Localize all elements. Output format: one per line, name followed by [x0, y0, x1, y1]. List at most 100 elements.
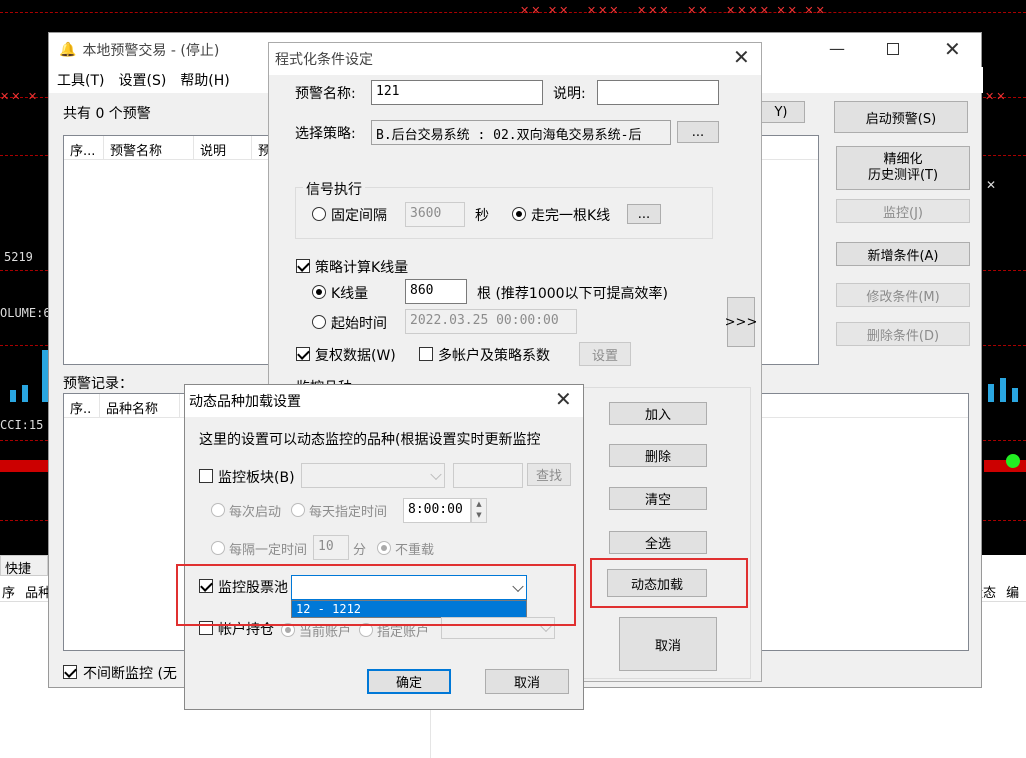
every-interval-radio[interactable] — [211, 541, 225, 555]
menu-help[interactable]: 帮助(H) — [180, 70, 229, 90]
maximize-icon[interactable] — [887, 43, 899, 55]
monitor-block-label: 监控板块(B) — [218, 470, 295, 486]
name-input[interactable]: 121 — [371, 80, 543, 105]
after-kline-radio[interactable] — [512, 207, 526, 221]
volume-bar — [22, 385, 28, 402]
menu-settings[interactable]: 设置(S) — [118, 70, 166, 90]
min-unit-label: 分 — [353, 543, 367, 558]
kline-count-radio[interactable] — [312, 285, 326, 299]
continuous-label: 不间断监控 (无 — [83, 666, 177, 682]
dynamic-cancel-button[interactable]: 取消 — [485, 669, 569, 694]
cancel-button[interactable]: 取消 — [619, 617, 717, 671]
quick-trade-tab[interactable]: 快捷平 — [0, 555, 48, 596]
grid-line — [0, 12, 1026, 13]
time-spinner[interactable]: ▲ ▼ — [471, 498, 487, 523]
calc-kline-label: 策略计算K线量 — [315, 260, 409, 276]
daily-time-radio[interactable] — [291, 503, 305, 517]
volume-bar — [1012, 388, 1018, 402]
signal-band — [0, 460, 48, 472]
main-title: 本地预警交易 - (停止) — [82, 43, 220, 59]
expand-button[interactable]: >>> — [725, 297, 757, 347]
col-xu: 序 — [2, 586, 16, 601]
records-label: 预警记录： — [63, 376, 133, 392]
alert-count: 共有 0 个预警 — [63, 106, 151, 122]
strategy-label: 选择策略: — [295, 126, 356, 142]
fixed-interval-radio[interactable] — [312, 207, 326, 221]
daily-time-label: 每天指定时间 — [309, 505, 388, 520]
clear-var-button[interactable]: 清空 — [609, 487, 707, 510]
menu-tools[interactable]: 工具(T) — [57, 70, 104, 90]
start-time-input[interactable]: 2022.03.25 00:00:00 — [405, 309, 577, 334]
col-name[interactable]: 预警名称 — [104, 136, 194, 160]
kline-count-input[interactable]: 860 — [405, 279, 467, 304]
add-condition-button[interactable]: 新增条件(A) — [836, 242, 970, 266]
block-select[interactable] — [301, 463, 445, 488]
close-icon[interactable]: ✕ — [944, 37, 961, 61]
each-start-label: 每次启动 — [229, 505, 282, 520]
block-search-input[interactable] — [453, 463, 523, 488]
start-alert-button[interactable]: 启动预警(S) — [834, 101, 968, 133]
desc-input[interactable] — [597, 80, 719, 105]
signal-mark: ✕✕ ✕ — [0, 90, 40, 103]
price-label: 5219 — [4, 250, 33, 264]
time-input[interactable]: 8:00:00 — [403, 498, 471, 523]
select-all-button[interactable]: 全选 — [609, 531, 707, 554]
interval-input[interactable]: 3600 — [405, 202, 465, 227]
desc-label: 说明: — [553, 86, 586, 102]
col-desc[interactable]: 说明 — [194, 136, 252, 160]
fixed-interval-label: 固定间隔 — [331, 208, 387, 224]
calc-kline-checkbox[interactable] — [296, 259, 310, 273]
signal-dot — [1006, 454, 1020, 468]
multi-account-label: 多帐户及策略系数 — [438, 348, 550, 364]
col-rec-seq[interactable]: 序.. — [64, 394, 100, 418]
col-seq[interactable]: 序... — [64, 136, 104, 160]
interval-min-input[interactable]: 10 — [313, 535, 349, 560]
signal-group-title: 信号执行 — [303, 179, 365, 199]
no-reload-label: 不重载 — [395, 543, 435, 558]
bg-column-header: 序 品种 — [0, 578, 48, 602]
sec-label: 秒 — [475, 208, 489, 224]
monitor-block-checkbox[interactable] — [199, 469, 213, 483]
hidden-button[interactable]: Y) — [757, 101, 805, 123]
delete-condition-button[interactable]: 删除条件(D) — [836, 322, 970, 346]
kline-more-button[interactable]: ... — [627, 204, 661, 224]
volume-bar — [10, 390, 16, 402]
modify-condition-button[interactable]: 修改条件(M) — [836, 283, 970, 307]
monitor-button[interactable]: 监控(J) — [836, 199, 970, 223]
setting-button[interactable]: 设置 — [579, 342, 631, 366]
strategy-input[interactable]: B.后台交易系统 : 02.双向海龟交易系统-后 — [371, 120, 671, 145]
find-button[interactable]: 查找 — [527, 463, 571, 486]
condition-title: 程式化条件设定 — [275, 52, 373, 68]
delete-var-button[interactable]: 删除 — [609, 444, 707, 467]
ok-button[interactable]: 确定 — [367, 669, 451, 694]
dynamic-titlebar: 动态品种加载设置 — [185, 385, 583, 417]
refine-backtest-button[interactable]: 精细化 历史测评(T) — [836, 146, 970, 190]
volume-bar — [1000, 378, 1006, 402]
col-rec-name[interactable]: 品种名称 — [100, 394, 180, 418]
start-time-label: 起始时间 — [331, 316, 387, 332]
minimize-icon[interactable]: — — [829, 39, 845, 58]
close-icon[interactable]: ✕ — [733, 45, 750, 69]
signal-mark: ✕✕ ✕✕ ✕✕✕ ✕✕✕ ✕✕ ✕✕✕✕ ✕✕ ✕✕ — [520, 4, 827, 17]
restore-data-checkbox[interactable] — [296, 347, 310, 361]
dynamic-title: 动态品种加载设置 — [189, 394, 301, 410]
start-time-radio[interactable] — [312, 315, 326, 329]
add-var-button[interactable]: 加入 — [609, 402, 707, 425]
kline-count-label: K线量 — [331, 286, 369, 302]
choose-strategy-button[interactable]: ... — [677, 121, 719, 143]
col-pinzhong: 品种 — [25, 586, 48, 601]
dynamic-dialog: 动态品种加载设置 ✕ 这里的设置可以动态监控的品种(根据设置实时更新监控 监控板… — [184, 384, 584, 710]
close-icon[interactable]: ✕ — [555, 387, 572, 411]
restore-data-label: 复权数据(W) — [315, 348, 396, 364]
close-mark: ✕ — [986, 178, 997, 192]
multi-account-checkbox[interactable] — [419, 347, 433, 361]
volume-bar — [988, 384, 994, 402]
cci-label: CCI:15 — [0, 418, 44, 432]
volume-label: OLUME:6 — [0, 306, 51, 320]
col-bian: 编 — [1006, 586, 1020, 601]
each-start-radio[interactable] — [211, 503, 225, 517]
continuous-checkbox[interactable] — [63, 665, 77, 679]
signal-mark: ✕✕ — [985, 90, 1008, 103]
after-kline-label: 走完一根K线 — [531, 208, 611, 224]
no-reload-radio[interactable] — [377, 541, 391, 555]
